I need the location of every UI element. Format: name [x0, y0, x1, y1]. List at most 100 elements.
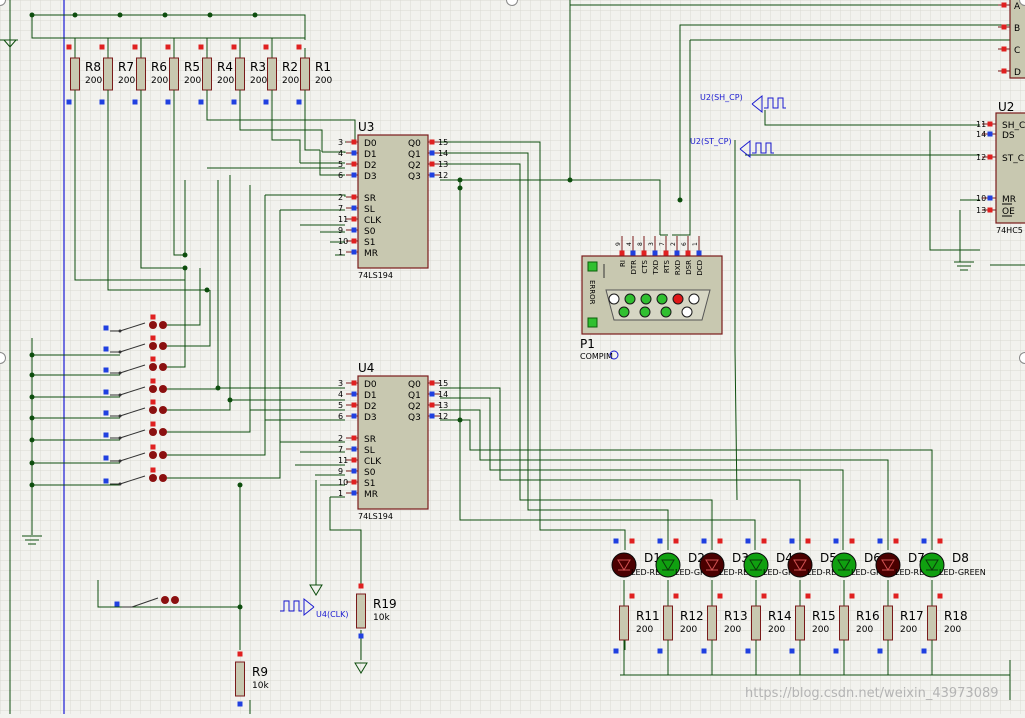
pin-marker	[937, 538, 943, 544]
pin-marker	[351, 402, 357, 408]
pin-marker	[685, 250, 691, 256]
resistor-name: R3	[250, 60, 266, 74]
resistor-body	[839, 605, 849, 641]
resistor-name: R1	[315, 60, 331, 74]
db9-pin-led	[681, 306, 693, 318]
resistor-value: 200	[282, 76, 299, 86]
compim-pin-number: 6	[681, 242, 688, 246]
chip-pin-name: Q1	[408, 391, 421, 401]
switch-contact	[149, 363, 157, 371]
pin-marker	[103, 410, 109, 416]
resistor-value: 200	[856, 625, 873, 635]
pin-marker	[429, 402, 435, 408]
pin-marker	[987, 207, 993, 213]
db9-pin-led	[618, 306, 630, 318]
chip-pin-number: 12	[438, 412, 448, 421]
resistor-body	[136, 57, 146, 91]
switch-contact	[149, 342, 157, 350]
chip-pin-name: D0	[364, 139, 377, 149]
db9-pin-led	[656, 293, 668, 305]
db9-pin-led	[672, 293, 684, 305]
chip-pin-name: S1	[364, 238, 375, 248]
pin-marker	[263, 44, 269, 50]
resistor-body	[235, 57, 245, 91]
chip-pin-number: 14	[976, 130, 986, 139]
chip-pin-name: Q2	[408, 161, 421, 171]
pin-marker	[263, 99, 269, 105]
compim-pin-number: 3	[648, 242, 655, 246]
switch-contact	[149, 474, 157, 482]
canvas-resize-handle-right[interactable]	[1019, 352, 1025, 364]
resistor-name: R12	[680, 609, 704, 623]
pin-marker	[745, 648, 751, 654]
chip-pin-number: 3	[338, 379, 343, 388]
schematic-svg[interactable]: R8 200 R7 200 R6 200 R5 200 R4 200 R3 200 R2 200 R1 200…	[0, 0, 1025, 714]
pin-marker	[921, 648, 927, 654]
chip-pin-name: SR	[364, 194, 376, 204]
resistor-name: R4	[217, 60, 233, 74]
pin-marker	[833, 538, 839, 544]
resistor-name: R6	[151, 60, 167, 74]
pin-marker	[789, 538, 795, 544]
pin-marker	[351, 194, 357, 200]
compim-pin-label: RTS	[663, 259, 671, 273]
chip-pin-name: Q1	[408, 150, 421, 160]
switch-contact	[161, 596, 169, 604]
resistor-body	[795, 605, 805, 641]
resistor-name: R8	[85, 60, 101, 74]
db9-pin-led	[640, 293, 652, 305]
chip-pin-name: Q2	[408, 402, 421, 412]
pin-marker	[103, 455, 109, 461]
chip-pin-number: 6	[338, 171, 343, 180]
resistor-name: R2	[282, 60, 298, 74]
pin-marker	[103, 478, 109, 484]
chip-pin-number: 9	[338, 226, 343, 235]
resistor-value: 200	[900, 625, 917, 635]
chip-part-number: 74LS194	[358, 271, 393, 280]
switch-pivot	[118, 350, 122, 354]
pin-marker	[717, 538, 723, 544]
chip-pin-name: DS	[1002, 131, 1015, 141]
switch-contact	[159, 474, 167, 482]
pin-marker	[66, 44, 72, 50]
pin-marker	[132, 44, 138, 50]
resistor-body	[202, 57, 212, 91]
switch-pivot	[118, 371, 122, 375]
pin-marker	[66, 99, 72, 105]
pin-marker	[987, 121, 993, 127]
pin-marker	[231, 44, 237, 50]
pin-marker	[351, 479, 357, 485]
chip-pin-name: D1	[364, 391, 377, 401]
pin-marker	[429, 391, 435, 397]
chip-pin-name: S0	[364, 468, 376, 478]
resistor-name: R7	[118, 60, 134, 74]
pin-marker	[103, 432, 109, 438]
chip-pin-number: 4	[338, 149, 343, 158]
chip-pin-number: 15	[438, 138, 448, 147]
pin-marker	[150, 467, 156, 473]
resistor-body	[169, 57, 179, 91]
pin-marker	[132, 99, 138, 105]
pin-marker	[877, 538, 883, 544]
pin-marker	[358, 633, 364, 639]
chip-pin-name: SH_C	[1002, 121, 1025, 131]
chip-pin-number: 14	[438, 149, 448, 158]
resistor-name: R19	[373, 597, 397, 611]
db9-pin-led	[688, 293, 700, 305]
pin-marker	[429, 380, 435, 386]
resistor-body	[751, 605, 761, 641]
pin-marker	[103, 346, 109, 352]
resistor-body	[356, 593, 366, 629]
chip-pin-number: 12	[976, 153, 986, 162]
pin-marker	[165, 99, 171, 105]
compim-designator: P1	[580, 337, 595, 351]
pin-marker	[237, 651, 243, 657]
pin-marker	[877, 648, 883, 654]
pin-marker	[351, 216, 357, 222]
schematic-canvas[interactable]: R8 200 R7 200 R6 200 R5 200 R4 200 R3 200 R2 200 R1 200…	[0, 0, 1025, 714]
clock-probe-label: U2(ST_CP)	[690, 137, 732, 146]
compim-pin-number: 8	[637, 242, 644, 246]
switch-contact	[149, 406, 157, 414]
switch-contact	[159, 428, 167, 436]
resistor-body	[663, 605, 673, 641]
